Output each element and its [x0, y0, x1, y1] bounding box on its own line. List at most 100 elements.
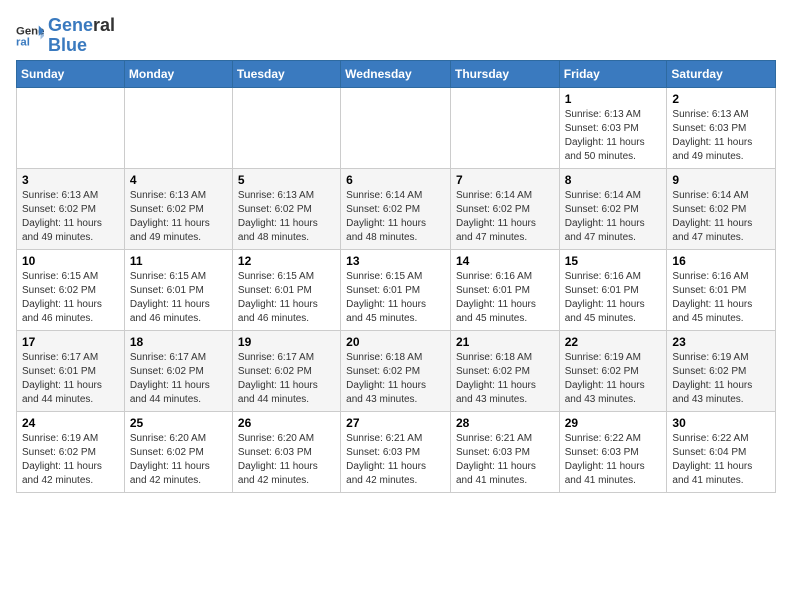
day-info: Sunrise: 6:18 AM Sunset: 6:02 PM Dayligh… [456, 351, 554, 407]
day-info: Sunrise: 6:22 AM Sunset: 6:04 PM Dayligh… [672, 432, 770, 488]
day-info: Sunrise: 6:17 AM Sunset: 6:01 PM Dayligh… [22, 351, 119, 407]
calendar-day: 30 Sunrise: 6:22 AM Sunset: 6:04 PM Dayli… [667, 411, 776, 492]
logo-icon: Gene ral [16, 22, 44, 50]
calendar-day: 1Sunrise: 6:13 AM Sunset: 6:03 PM Daylig… [559, 87, 667, 168]
day-info: Sunrise: 6:17 AM Sunset: 6:02 PM Dayligh… [238, 351, 335, 407]
calendar-day: 4 Sunrise: 6:13 AM Sunset: 6:02 PM Daylig… [124, 168, 232, 249]
day-number: 29 [565, 416, 662, 430]
day-info: Sunrise: 6:15 AM Sunset: 6:01 PM Dayligh… [346, 270, 445, 326]
calendar-day [17, 87, 125, 168]
calendar-day: 11 Sunrise: 6:15 AM Sunset: 6:01 PM Dayli… [124, 249, 232, 330]
weekday-header: Saturday [667, 60, 776, 87]
day-info: Sunrise: 6:19 AM Sunset: 6:02 PM Dayligh… [672, 351, 770, 407]
day-number: 26 [238, 416, 335, 430]
day-number: 23 [672, 335, 770, 349]
day-info: Sunrise: 6:13 AM Sunset: 6:02 PM Dayligh… [238, 189, 335, 245]
calendar-week: 17 Sunrise: 6:17 AM Sunset: 6:01 PM Dayli… [17, 330, 776, 411]
day-info: Sunrise: 6:16 AM Sunset: 6:01 PM Dayligh… [456, 270, 554, 326]
calendar-day: 19 Sunrise: 6:17 AM Sunset: 6:02 PM Dayli… [232, 330, 340, 411]
day-info: Sunrise: 6:14 AM Sunset: 6:02 PM Dayligh… [565, 189, 662, 245]
calendar-day: 12 Sunrise: 6:15 AM Sunset: 6:01 PM Dayli… [232, 249, 340, 330]
day-number: 14 [456, 254, 554, 268]
day-number: 8 [565, 173, 662, 187]
day-number: 25 [130, 416, 227, 430]
day-info: Sunrise: 6:22 AM Sunset: 6:03 PM Dayligh… [565, 432, 662, 488]
day-info: Sunrise: 6:13 AM Sunset: 6:02 PM Dayligh… [130, 189, 227, 245]
calendar-day: 18 Sunrise: 6:17 AM Sunset: 6:02 PM Dayli… [124, 330, 232, 411]
calendar-day: 7 Sunrise: 6:14 AM Sunset: 6:02 PM Daylig… [450, 168, 559, 249]
calendar-day: 21 Sunrise: 6:18 AM Sunset: 6:02 PM Dayli… [450, 330, 559, 411]
day-number: 18 [130, 335, 227, 349]
day-info: Sunrise: 6:16 AM Sunset: 6:01 PM Dayligh… [672, 270, 770, 326]
day-info: Sunrise: 6:21 AM Sunset: 6:03 PM Dayligh… [456, 432, 554, 488]
calendar-day: 6Sunrise: 6:14 AM Sunset: 6:02 PM Daylig… [341, 168, 451, 249]
calendar-day [124, 87, 232, 168]
day-info: Sunrise: 6:14 AM Sunset: 6:02 PM Dayligh… [456, 189, 554, 245]
day-number: 21 [456, 335, 554, 349]
day-number: 10 [22, 254, 119, 268]
day-number: 28 [456, 416, 554, 430]
day-number: 11 [130, 254, 227, 268]
day-number: 24 [22, 416, 119, 430]
calendar-table: SundayMondayTuesdayWednesdayThursdayFrid… [16, 60, 776, 493]
day-number: 6 [346, 173, 445, 187]
svg-text:ral: ral [16, 36, 30, 48]
calendar-week: 3 Sunrise: 6:13 AM Sunset: 6:02 PM Daylig… [17, 168, 776, 249]
calendar-day: 13 Sunrise: 6:15 AM Sunset: 6:01 PM Dayli… [341, 249, 451, 330]
calendar-day: 22Sunrise: 6:19 AM Sunset: 6:02 PM Dayli… [559, 330, 667, 411]
calendar-day: 8 Sunrise: 6:14 AM Sunset: 6:02 PM Daylig… [559, 168, 667, 249]
day-info: Sunrise: 6:13 AM Sunset: 6:03 PM Dayligh… [565, 108, 662, 164]
calendar-day: 24 Sunrise: 6:19 AM Sunset: 6:02 PM Dayli… [17, 411, 125, 492]
day-info: Sunrise: 6:17 AM Sunset: 6:02 PM Dayligh… [130, 351, 227, 407]
day-info: Sunrise: 6:14 AM Sunset: 6:02 PM Dayligh… [672, 189, 770, 245]
calendar-day: 5 Sunrise: 6:13 AM Sunset: 6:02 PM Daylig… [232, 168, 340, 249]
calendar-day: 25 Sunrise: 6:20 AM Sunset: 6:02 PM Dayli… [124, 411, 232, 492]
day-number: 16 [672, 254, 770, 268]
calendar-day: 2 Sunrise: 6:13 AM Sunset: 6:03 PM Daylig… [667, 87, 776, 168]
calendar-day: 10 Sunrise: 6:15 AM Sunset: 6:02 PM Dayli… [17, 249, 125, 330]
weekday-header: Sunday [17, 60, 125, 87]
weekday-header: Tuesday [232, 60, 340, 87]
calendar-day: 15 Sunrise: 6:16 AM Sunset: 6:01 PM Dayli… [559, 249, 667, 330]
calendar-day: 29 Sunrise: 6:22 AM Sunset: 6:03 PM Dayli… [559, 411, 667, 492]
day-info: Sunrise: 6:15 AM Sunset: 6:02 PM Dayligh… [22, 270, 119, 326]
day-number: 4 [130, 173, 227, 187]
calendar-day: 28 Sunrise: 6:21 AM Sunset: 6:03 PM Dayli… [450, 411, 559, 492]
weekday-header: Monday [124, 60, 232, 87]
logo-text: GeneralBlue [48, 16, 115, 56]
day-number: 9 [672, 173, 770, 187]
day-info: Sunrise: 6:15 AM Sunset: 6:01 PM Dayligh… [238, 270, 335, 326]
day-number: 15 [565, 254, 662, 268]
calendar-day [450, 87, 559, 168]
calendar-day: 26 Sunrise: 6:20 AM Sunset: 6:03 PM Dayli… [232, 411, 340, 492]
day-info: Sunrise: 6:19 AM Sunset: 6:02 PM Dayligh… [565, 351, 662, 407]
day-info: Sunrise: 6:21 AM Sunset: 6:03 PM Dayligh… [346, 432, 445, 488]
calendar-day: 27Sunrise: 6:21 AM Sunset: 6:03 PM Dayli… [341, 411, 451, 492]
day-info: Sunrise: 6:15 AM Sunset: 6:01 PM Dayligh… [130, 270, 227, 326]
weekday-header: Friday [559, 60, 667, 87]
day-number: 3 [22, 173, 119, 187]
day-info: Sunrise: 6:13 AM Sunset: 6:03 PM Dayligh… [672, 108, 770, 164]
calendar-day [232, 87, 340, 168]
calendar-day: 16 Sunrise: 6:16 AM Sunset: 6:01 PM Dayli… [667, 249, 776, 330]
day-number: 19 [238, 335, 335, 349]
day-info: Sunrise: 6:20 AM Sunset: 6:02 PM Dayligh… [130, 432, 227, 488]
day-info: Sunrise: 6:19 AM Sunset: 6:02 PM Dayligh… [22, 432, 119, 488]
calendar-day: 9 Sunrise: 6:14 AM Sunset: 6:02 PM Daylig… [667, 168, 776, 249]
calendar-day [341, 87, 451, 168]
calendar-day: 3Sunrise: 6:13 AM Sunset: 6:02 PM Daylig… [17, 168, 125, 249]
day-info: Sunrise: 6:20 AM Sunset: 6:03 PM Dayligh… [238, 432, 335, 488]
day-number: 7 [456, 173, 554, 187]
day-number: 17 [22, 335, 119, 349]
calendar-day: 14 Sunrise: 6:16 AM Sunset: 6:01 PM Dayli… [450, 249, 559, 330]
day-number: 12 [238, 254, 335, 268]
day-number: 5 [238, 173, 335, 187]
day-info: Sunrise: 6:16 AM Sunset: 6:01 PM Dayligh… [565, 270, 662, 326]
day-number: 2 [672, 92, 770, 106]
day-number: 13 [346, 254, 445, 268]
calendar-week: 1Sunrise: 6:13 AM Sunset: 6:03 PM Daylig… [17, 87, 776, 168]
day-number: 20 [346, 335, 445, 349]
calendar-week: 10 Sunrise: 6:15 AM Sunset: 6:02 PM Dayli… [17, 249, 776, 330]
day-info: Sunrise: 6:18 AM Sunset: 6:02 PM Dayligh… [346, 351, 445, 407]
day-number: 30 [672, 416, 770, 430]
